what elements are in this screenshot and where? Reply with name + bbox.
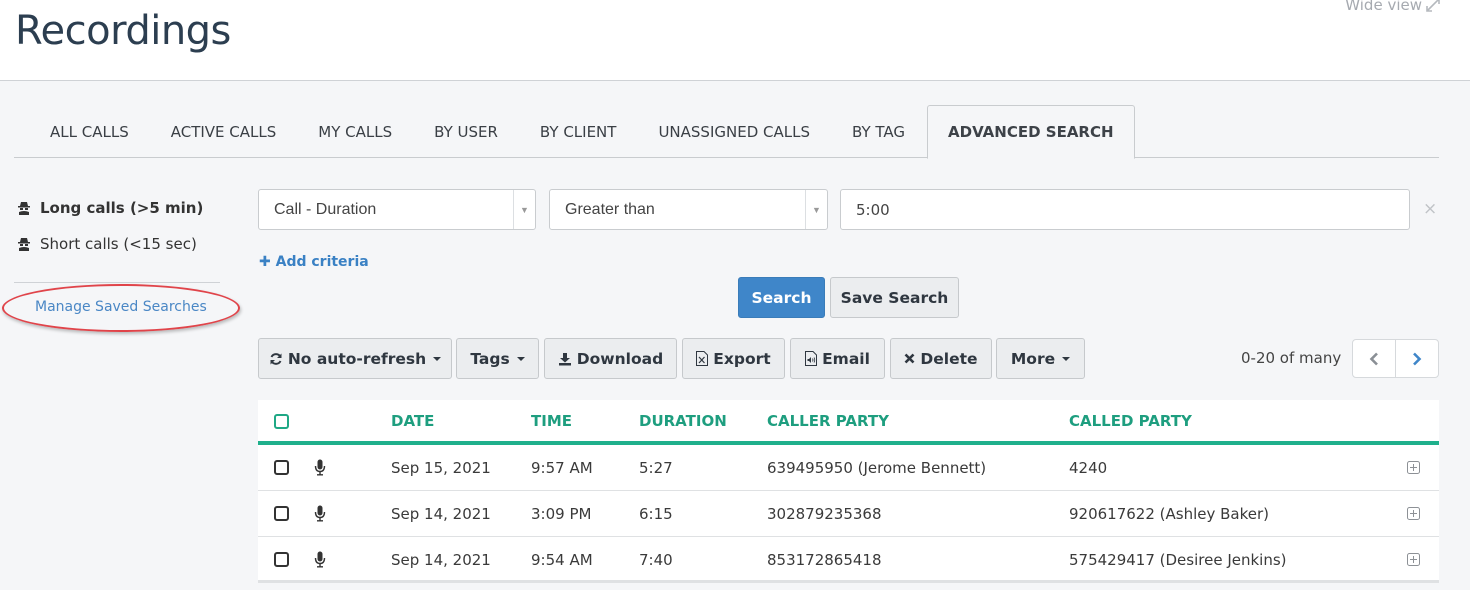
recordings-table: DATE TIME DURATION CALLER PARTY CALLED P… — [258, 400, 1439, 583]
download-icon — [558, 352, 571, 365]
criteria-field-select[interactable]: Call - Duration ▼ — [258, 189, 536, 230]
refresh-icon — [270, 352, 282, 365]
criteria-operator-value: Greater than — [565, 200, 655, 218]
tab-all-calls[interactable]: ALL CALLS — [14, 105, 150, 158]
saved-searches-sidebar: Long calls (>5 min) Short calls (<15 sec… — [14, 190, 220, 315]
chevron-left-icon — [1369, 352, 1378, 365]
cell-duration: 7:40 — [639, 551, 673, 569]
chevron-right-icon — [1413, 352, 1422, 365]
expand-row-icon[interactable] — [1407, 461, 1420, 474]
expand-row-icon[interactable] — [1407, 507, 1420, 520]
table-header: DATE TIME DURATION CALLER PARTY CALLED P… — [258, 400, 1439, 445]
caret-down-icon — [1062, 356, 1071, 361]
saved-search-long-calls[interactable]: Long calls (>5 min) — [14, 190, 220, 226]
sidebar-divider — [14, 282, 220, 283]
row-checkbox[interactable] — [274, 552, 289, 567]
tab-unassigned-calls[interactable]: UNASSIGNED CALLS — [637, 105, 831, 158]
saved-search-label: Short calls (<15 sec) — [40, 235, 197, 253]
page-header: Recordings Wide view — [0, 0, 1470, 81]
row-checkbox[interactable] — [274, 460, 289, 475]
wide-view-label: Wide view — [1345, 0, 1422, 14]
download-button[interactable]: Download — [544, 338, 677, 379]
cell-called-party: 575429417 (Desiree Jenkins) — [1069, 551, 1287, 569]
auto-refresh-dropdown[interactable]: No auto-refresh — [258, 338, 452, 379]
email-label: Email — [822, 349, 870, 368]
cell-called-party: 4240 — [1069, 459, 1108, 477]
export-button[interactable]: Export — [682, 338, 785, 379]
previous-page-button[interactable] — [1353, 340, 1396, 377]
auto-refresh-label: No auto-refresh — [287, 349, 427, 368]
dropdown-arrow-icon: ▼ — [513, 190, 535, 229]
tab-advanced-search[interactable]: ADVANCED SEARCH — [927, 105, 1135, 159]
cell-date: Sep 14, 2021 — [391, 551, 491, 569]
expand-arrows-icon — [1426, 0, 1440, 12]
delete-button[interactable]: Delete — [890, 338, 992, 379]
recordings-tabs: ALL CALLS ACTIVE CALLS MY CALLS BY USER … — [14, 105, 1439, 159]
column-header-caller-party[interactable]: CALLER PARTY — [767, 412, 889, 430]
cell-time: 3:09 PM — [531, 505, 592, 523]
table-row[interactable]: Sep 14, 2021 3:09 PM 6:15 302879235368 9… — [258, 491, 1439, 537]
criteria-operator-select[interactable]: Greater than ▼ — [549, 189, 828, 230]
tab-by-user[interactable]: BY USER — [413, 105, 519, 158]
saved-search-label: Long calls (>5 min) — [40, 199, 204, 217]
tab-by-tag[interactable]: BY TAG — [831, 105, 926, 158]
pagination-range: 0-20 of many — [1241, 349, 1342, 367]
criteria-value-input[interactable] — [840, 189, 1410, 230]
tags-label: Tags — [470, 349, 510, 368]
microphone-icon — [314, 505, 326, 522]
tags-dropdown[interactable]: Tags — [456, 338, 539, 379]
audio-file-icon — [805, 351, 818, 366]
tab-active-calls[interactable]: ACTIVE CALLS — [150, 105, 298, 158]
tab-by-client[interactable]: BY CLIENT — [519, 105, 638, 158]
microphone-icon — [314, 551, 326, 568]
next-page-button[interactable] — [1396, 340, 1438, 377]
tab-my-calls[interactable]: MY CALLS — [297, 105, 413, 158]
table-row[interactable]: Sep 14, 2021 9:54 AM 7:40 853172865418 5… — [258, 537, 1439, 583]
caret-down-icon — [433, 356, 442, 361]
column-header-date[interactable]: DATE — [391, 412, 434, 430]
cell-time: 9:57 AM — [531, 459, 593, 477]
microphone-icon — [314, 459, 326, 476]
select-all-checkbox[interactable] — [274, 414, 289, 429]
wide-view-toggle[interactable]: Wide view — [1345, 0, 1440, 14]
caret-down-icon — [516, 356, 525, 361]
cell-called-party: 920617622 (Ashley Baker) — [1069, 505, 1270, 523]
download-label: Download — [576, 349, 664, 368]
row-checkbox[interactable] — [274, 506, 289, 521]
cell-caller-party: 639495950 (Jerome Bennett) — [767, 459, 987, 477]
dropdown-arrow-icon: ▼ — [805, 190, 827, 229]
expand-row-icon[interactable] — [1407, 553, 1420, 566]
add-criteria-label: Add criteria — [275, 254, 369, 270]
spy-icon — [18, 202, 30, 215]
more-label: More — [1010, 349, 1056, 368]
search-button[interactable]: Search — [738, 277, 825, 318]
cell-date: Sep 14, 2021 — [391, 505, 491, 523]
column-header-called-party[interactable]: CALLED PARTY — [1069, 412, 1192, 430]
column-header-duration[interactable]: DURATION — [639, 412, 727, 430]
save-search-button[interactable]: Save Search — [830, 277, 959, 318]
cell-duration: 5:27 — [639, 459, 673, 477]
manage-saved-searches-link[interactable]: Manage Saved Searches — [35, 299, 220, 315]
page-title: Recordings — [15, 8, 231, 54]
plus-icon: ✚ — [259, 254, 271, 270]
delete-x-icon — [905, 353, 915, 364]
add-criteria-link[interactable]: ✚ Add criteria — [259, 254, 369, 270]
more-dropdown[interactable]: More — [996, 338, 1085, 379]
remove-criteria-icon[interactable]: × — [1423, 199, 1437, 219]
saved-search-short-calls[interactable]: Short calls (<15 sec) — [14, 226, 220, 262]
delete-label: Delete — [920, 349, 978, 368]
export-label: Export — [713, 349, 771, 368]
excel-file-icon — [696, 351, 709, 366]
cell-time: 9:54 AM — [531, 551, 593, 569]
cell-date: Sep 15, 2021 — [391, 459, 491, 477]
cell-caller-party: 302879235368 — [767, 505, 882, 523]
spy-icon — [18, 238, 30, 251]
cell-duration: 6:15 — [639, 505, 673, 523]
column-header-time[interactable]: TIME — [531, 412, 572, 430]
email-button[interactable]: Email — [790, 338, 885, 379]
cell-caller-party: 853172865418 — [767, 551, 882, 569]
table-row[interactable]: Sep 15, 2021 9:57 AM 5:27 639495950 (Jer… — [258, 445, 1439, 491]
criteria-field-value: Call - Duration — [274, 200, 377, 218]
pagination-controls — [1352, 339, 1439, 378]
